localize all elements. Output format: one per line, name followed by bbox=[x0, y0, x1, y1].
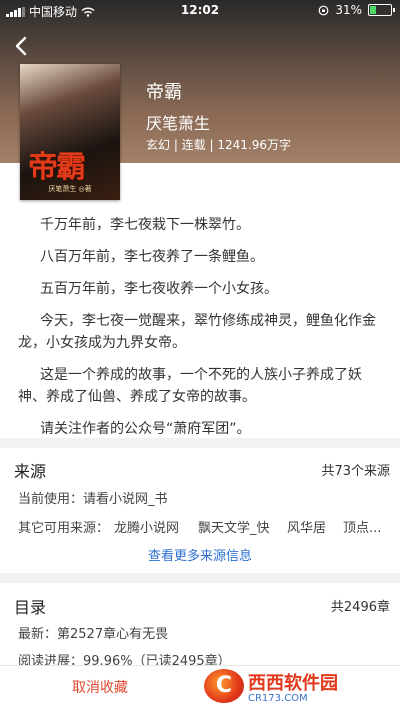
current-source-value: 请看小说网_书 bbox=[83, 492, 168, 507]
toc-count: 共2496章 bbox=[330, 600, 390, 615]
toc-title: 目录 bbox=[14, 598, 47, 617]
source-item[interactable]: 风华居 bbox=[287, 517, 326, 536]
description-paragraph: 这是一个养成的故事，一个不死的人族小子养成了妖神、养成了仙兽、养成了女帝的故事。 bbox=[18, 367, 362, 405]
description-paragraph: 五百万年前，李七夜收养一个小女孩。 bbox=[40, 281, 278, 297]
status-right: 31% bbox=[318, 3, 395, 17]
source-item[interactable]: 顶点... bbox=[343, 517, 381, 536]
latest-chapter-label: 最新： bbox=[18, 627, 58, 642]
section-divider bbox=[0, 573, 400, 583]
section-divider bbox=[0, 438, 400, 448]
cover-author-art: 厌笔萧生 ◎著 bbox=[48, 185, 92, 193]
book-detail-screen: 中国移动 12:02 31% 帝霸 厌笔萧生 玄幻 | 连载 | 1241.96… bbox=[0, 0, 400, 710]
book-meta: 玄幻 | 连载 | 1241.96万字 bbox=[146, 138, 291, 152]
current-source-row[interactable]: 当前使用：请看小说网_书 bbox=[18, 488, 168, 507]
watermark-text: 西西软件园 CR173.COM bbox=[248, 669, 338, 704]
battery-icon bbox=[368, 4, 395, 16]
source-item[interactable]: 飘天文学_快 bbox=[198, 517, 270, 536]
current-source-label: 当前使用： bbox=[18, 492, 84, 507]
more-sources-link[interactable]: 查看更多来源信息 bbox=[0, 545, 400, 564]
book-author[interactable]: 厌笔萧生 bbox=[146, 110, 210, 134]
battery-fill bbox=[370, 6, 376, 14]
book-description: 千万年前，李七夜栽下一株翠竹。 八百万年前，李七夜养了一条鲤鱼。 五百万年前，李… bbox=[18, 214, 384, 450]
orientation-lock-icon bbox=[318, 5, 329, 15]
back-button[interactable] bbox=[10, 34, 34, 58]
battery-percent: 31% bbox=[335, 3, 362, 17]
description-paragraph: 千万年前，李七夜栽下一株翠竹。 bbox=[40, 217, 250, 233]
watermark-main: 西西软件园 bbox=[248, 672, 338, 694]
source-item[interactable]: 龙腾小说网 bbox=[114, 517, 179, 536]
description-paragraph: 请关注作者的公众号“萧府军团”。 bbox=[40, 421, 251, 437]
description-paragraph: 八百万年前，李七夜养了一条鲤鱼。 bbox=[40, 249, 264, 265]
watermark-logo: C bbox=[204, 669, 244, 703]
latest-chapter-row[interactable]: 最新：第2527章心有无畏 bbox=[18, 623, 168, 642]
description-paragraph: 今天，李七夜一觉醒来，翠竹修练成神灵，鲤鱼化作金龙，小女孩成为九界女帝。 bbox=[18, 313, 376, 351]
chevron-left-icon bbox=[15, 36, 27, 56]
site-watermark: C 西西软件园 CR173.COM bbox=[204, 666, 394, 706]
book-cover: 帝霸 厌笔萧生 ◎著 bbox=[20, 64, 120, 200]
uncollect-button[interactable]: 取消收藏 bbox=[0, 666, 200, 710]
status-bar: 中国移动 12:02 31% bbox=[0, 0, 400, 20]
cover-title-art: 帝霸 bbox=[28, 150, 86, 185]
latest-chapter-value: 第2527章心有无畏 bbox=[57, 627, 169, 642]
source-title: 来源 bbox=[14, 462, 47, 481]
other-sources-label: 其它可用来源： bbox=[18, 521, 110, 536]
source-count[interactable]: 共73个来源 bbox=[321, 460, 390, 479]
book-title: 帝霸 bbox=[146, 82, 182, 103]
